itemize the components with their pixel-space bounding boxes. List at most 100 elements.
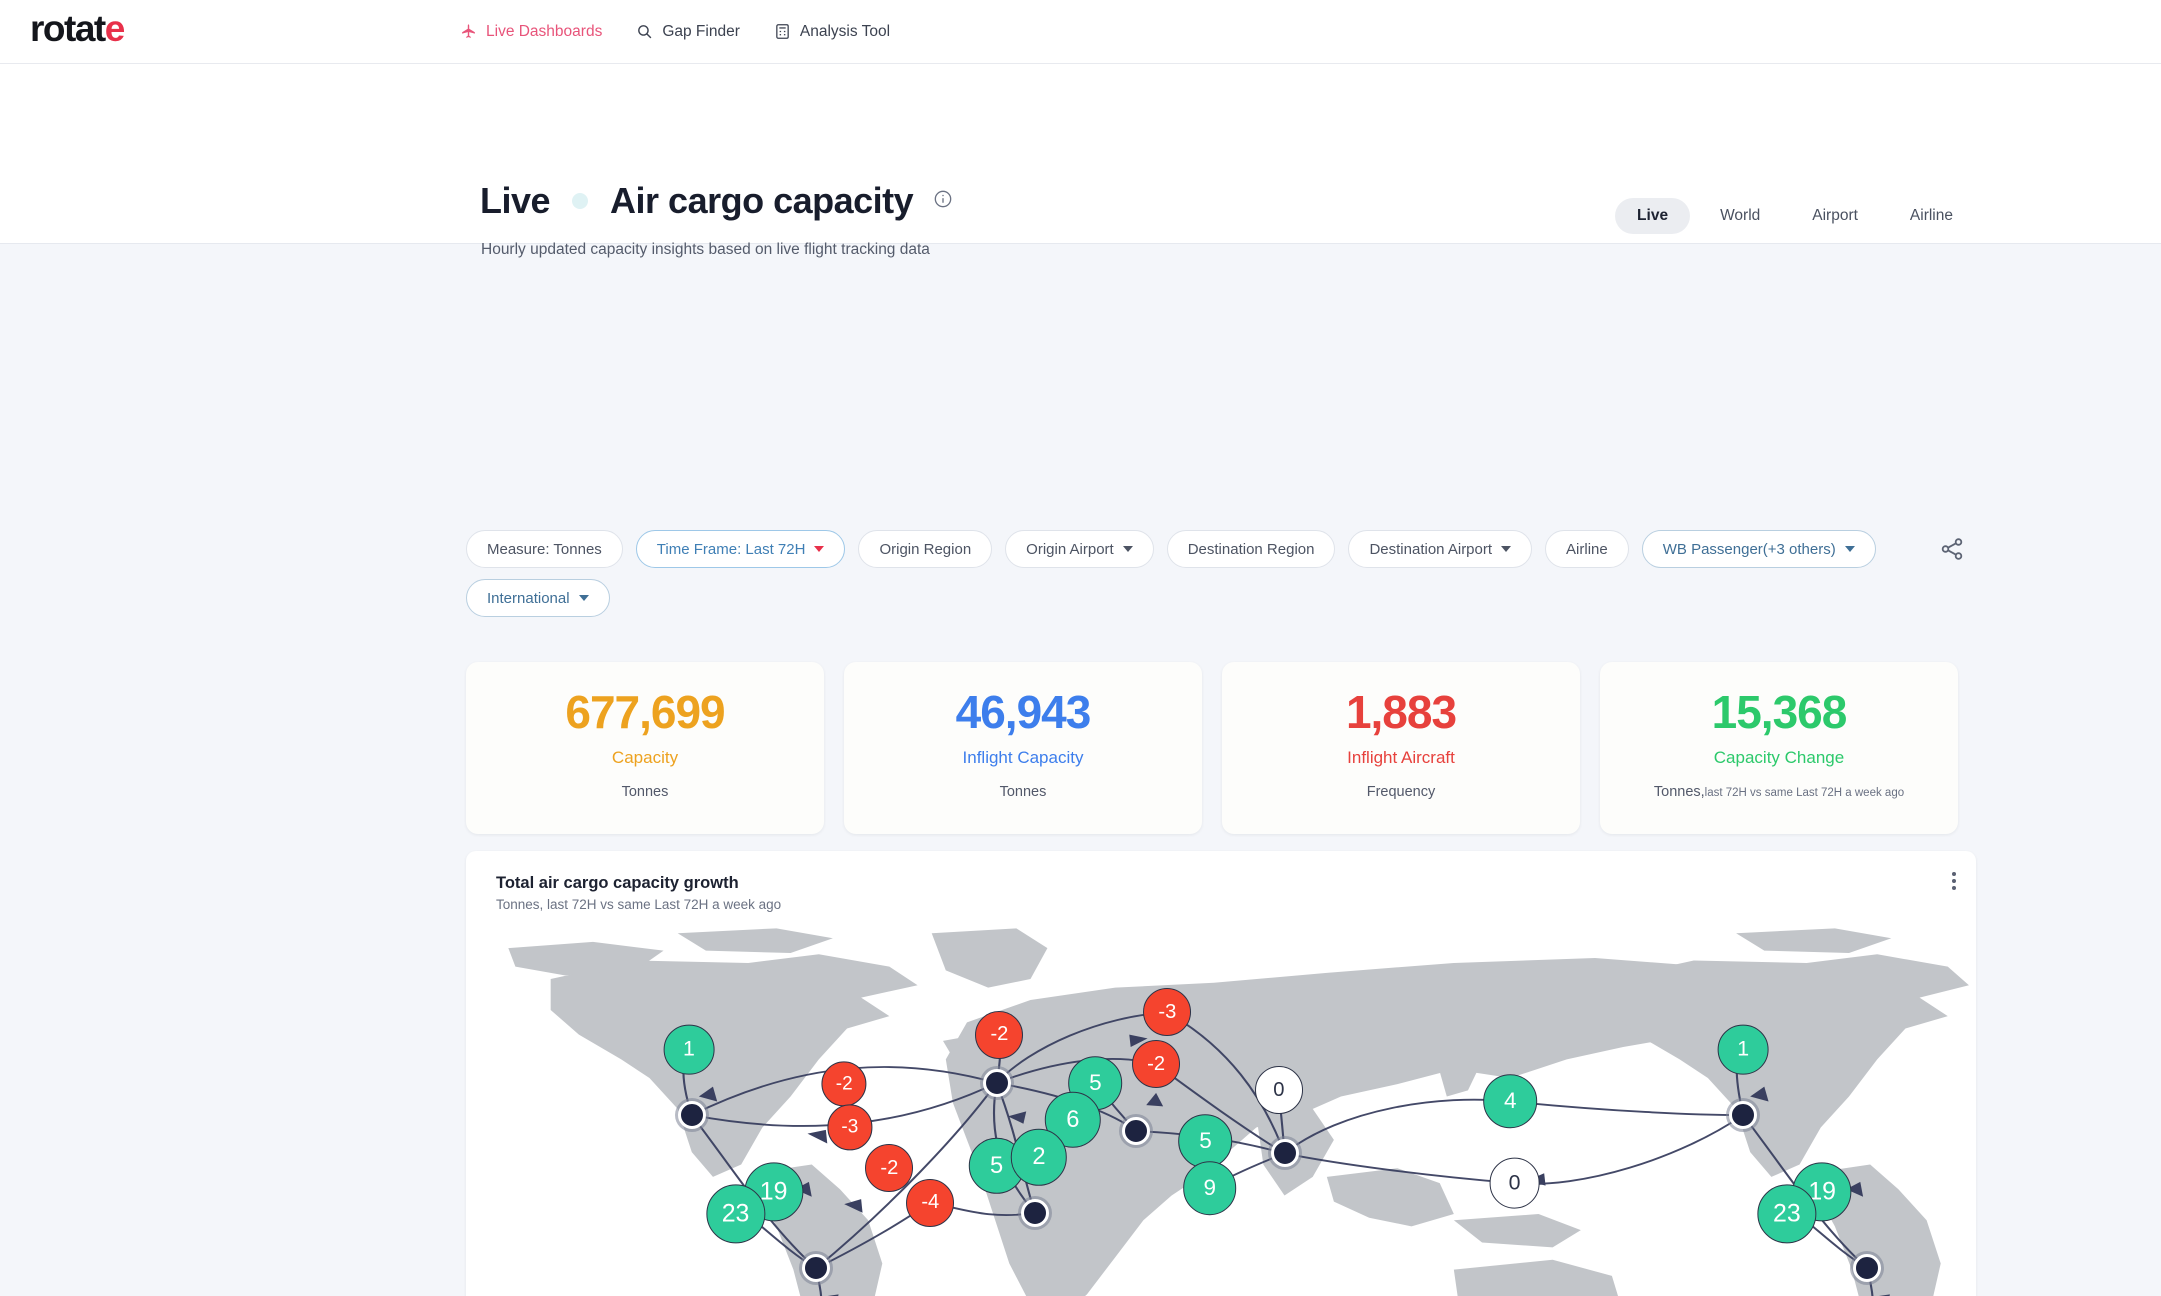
nav-item-label: Analysis Tool — [799, 22, 891, 40]
world-map-visualization: 1-2-3-21923-4-2-2-3-256525904011923-2 — [466, 911, 1976, 1296]
logo-text: rotat — [30, 8, 106, 49]
calculator-icon — [774, 23, 791, 40]
title-separator-dot — [572, 193, 589, 209]
tab-airline[interactable]: Airline — [1888, 198, 1975, 234]
chip-label: International — [487, 589, 570, 607]
kpi-unit: Tonnes — [622, 784, 669, 800]
kpi-value: 1,883 — [1345, 686, 1457, 738]
map-hub-marker[interactable] — [674, 1098, 709, 1133]
view-tabs: Live World Airport Airline — [1615, 198, 1975, 234]
map-growth-bubble[interactable]: 9 — [1182, 1161, 1237, 1215]
kpi-card-row: 677,699 Capacity Tonnes 46,943 Inflight … — [466, 662, 1958, 834]
chip-label: Time Frame: Last 72H — [656, 540, 806, 558]
map-hub-marker[interactable] — [1726, 1098, 1761, 1133]
map-growth-bubble[interactable]: 23 — [1757, 1184, 1817, 1244]
nav-item-analysis-tool[interactable]: Analysis Tool — [774, 23, 890, 41]
chevron-down-icon — [1501, 546, 1512, 552]
tab-live[interactable]: Live — [1615, 198, 1691, 234]
nav-item-label: Gap Finder — [662, 22, 740, 40]
chip-label: Destination Region — [1187, 540, 1315, 558]
map-hub-marker[interactable] — [798, 1251, 833, 1286]
kpi-unit-text: Tonnes, — [1653, 784, 1705, 801]
filter-chip-time-frame[interactable]: Time Frame: Last 72H — [635, 530, 846, 568]
share-icon[interactable] — [1939, 536, 1965, 567]
kpi-unit: Tonnes,last 72H vs same Last 72H a week … — [1654, 784, 1904, 800]
kpi-unit-text: Frequency — [1366, 784, 1436, 801]
map-growth-bubble[interactable]: 0 — [1254, 1066, 1303, 1115]
kpi-label: Inflight Capacity — [962, 748, 1084, 768]
map-growth-bubble[interactable]: -4 — [906, 1178, 955, 1227]
chip-label: Destination Airport — [1369, 540, 1493, 558]
tab-airport[interactable]: Airport — [1790, 198, 1880, 234]
info-icon[interactable] — [933, 189, 953, 214]
map-growth-bubble[interactable]: -2 — [1132, 1040, 1181, 1089]
map-hub-marker[interactable] — [1267, 1136, 1302, 1171]
map-hub-marker[interactable] — [979, 1065, 1014, 1100]
nav-item-live-dashboards[interactable]: Live Dashboards — [460, 23, 602, 41]
map-chart-card: Total air cargo capacity growth Tonnes, … — [466, 851, 1976, 1296]
app-logo[interactable]: rotate — [30, 8, 126, 50]
filter-chip-origin-airport[interactable]: Origin Airport — [1005, 530, 1154, 568]
chevron-down-icon — [1122, 546, 1133, 552]
nav-item-gap-finder[interactable]: Gap Finder — [636, 23, 740, 41]
map-growth-bubble[interactable]: -2 — [865, 1144, 914, 1193]
chip-label: Measure: Tonnes — [487, 540, 602, 558]
filter-chip-origin-region[interactable]: Origin Region — [858, 530, 993, 568]
filter-chip-destination-region[interactable]: Destination Region — [1166, 530, 1336, 568]
filter-chip-bar: Measure: Tonnes Time Frame: Last 72H Ori… — [466, 530, 1886, 617]
nav-item-label: Live Dashboards — [486, 22, 603, 40]
kpi-value: 15,368 — [1711, 686, 1848, 738]
logo-accent: e — [104, 8, 126, 49]
map-growth-bubble[interactable]: 5 — [1178, 1114, 1233, 1168]
chip-label: Airline — [1566, 540, 1608, 558]
map-growth-bubble[interactable]: 1 — [663, 1024, 715, 1075]
map-growth-bubble[interactable]: -3 — [827, 1104, 873, 1151]
search-icon — [636, 23, 653, 40]
chevron-down-icon — [1844, 546, 1855, 552]
chip-label: WB Passenger(+3 others) — [1662, 540, 1836, 558]
page-header: Live Air cargo capacity Hourly updated c… — [0, 64, 2161, 258]
kpi-label: Capacity Change — [1713, 748, 1845, 768]
kpi-unit-text: Tonnes — [999, 784, 1047, 801]
kpi-card-capacity-change: 15,368 Capacity Change Tonnes,last 72H v… — [1600, 662, 1958, 834]
map-growth-bubble[interactable]: 1 — [1717, 1024, 1769, 1075]
kpi-label: Capacity — [611, 748, 679, 768]
map-growth-bubble[interactable]: 4 — [1483, 1074, 1538, 1129]
page-title-row: Live Air cargo capacity — [480, 180, 953, 222]
map-growth-bubble[interactable]: -2 — [821, 1061, 867, 1107]
filter-chip-aircraft-type[interactable]: WB Passenger(+3 others) — [1641, 530, 1876, 568]
filter-chip-airline[interactable]: Airline — [1545, 530, 1629, 568]
chip-label: Origin Airport — [1026, 540, 1114, 558]
kpi-value: 677,699 — [565, 686, 725, 738]
kpi-unit-note: last 72H vs same Last 72H a week ago — [1704, 787, 1905, 800]
kpi-unit: Tonnes — [1000, 784, 1047, 800]
kpi-label: Inflight Aircraft — [1347, 748, 1455, 768]
filter-chip-measure[interactable]: Measure: Tonnes — [466, 530, 623, 568]
page-title-prefix: Live — [480, 180, 551, 221]
filter-chip-destination-airport[interactable]: Destination Airport — [1348, 530, 1533, 568]
map-hub-marker[interactable] — [1119, 1114, 1154, 1149]
kpi-unit-text: Tonnes — [621, 784, 669, 801]
airplane-icon — [460, 23, 477, 40]
map-hub-marker[interactable] — [1017, 1195, 1052, 1230]
kpi-card-inflight-aircraft: 1,883 Inflight Aircraft Frequency — [1222, 662, 1580, 834]
map-card-title: Total air cargo capacity growth — [496, 874, 739, 892]
page-title: Air cargo capacity — [610, 180, 914, 221]
kpi-unit: Frequency — [1367, 784, 1436, 800]
map-growth-bubble[interactable]: 23 — [705, 1184, 766, 1244]
page-subtitle: Hourly updated capacity insights based o… — [481, 241, 930, 258]
tab-world[interactable]: World — [1698, 198, 1782, 234]
top-navigation-bar: rotate Live Dashboards Gap Finder Analys… — [0, 0, 2161, 64]
map-growth-bubble[interactable]: -3 — [1143, 988, 1192, 1037]
map-hub-marker[interactable] — [1850, 1251, 1885, 1286]
map-card-subtitle: Tonnes, last 72H vs same Last 72H a week… — [496, 897, 782, 912]
nav-items: Live Dashboards Gap Finder Analysis Tool — [460, 23, 890, 41]
filter-chip-scope[interactable]: International — [466, 579, 610, 617]
chevron-down-icon — [578, 595, 589, 601]
kebab-menu-icon[interactable] — [1952, 869, 1956, 893]
map-growth-bubble[interactable]: 0 — [1489, 1157, 1540, 1209]
kpi-card-capacity: 677,699 Capacity Tonnes — [466, 662, 824, 834]
chip-label: Origin Region — [879, 540, 972, 558]
map-growth-bubble[interactable]: -2 — [975, 1010, 1024, 1059]
kpi-card-inflight-capacity: 46,943 Inflight Capacity Tonnes — [844, 662, 1202, 834]
